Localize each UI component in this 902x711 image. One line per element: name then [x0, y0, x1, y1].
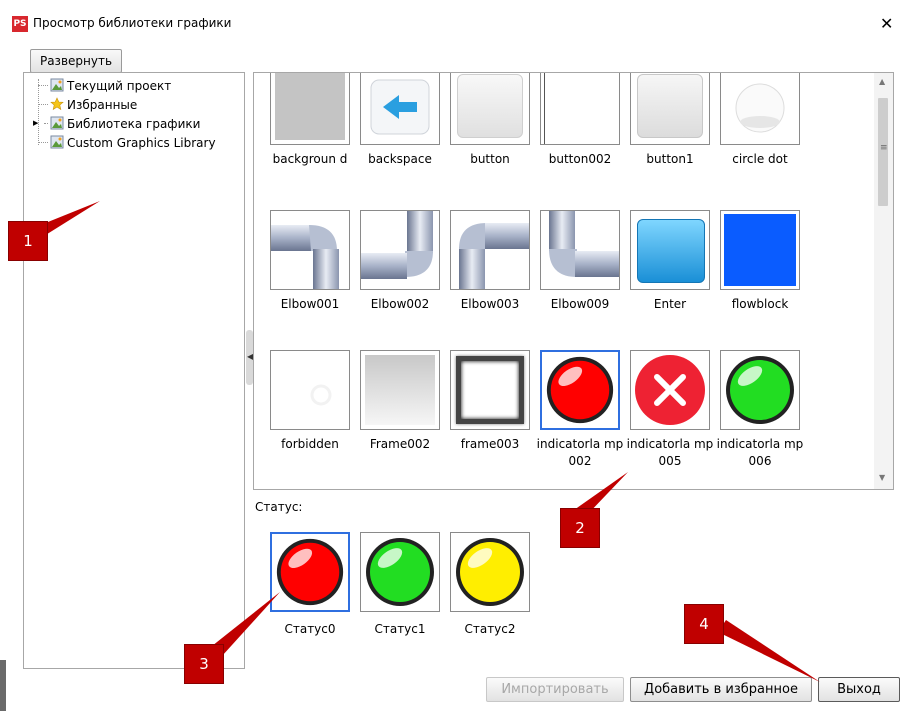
- gallery-item-caption: button1: [646, 152, 694, 166]
- gallery-item-caption: circle dot: [732, 152, 788, 166]
- expand-button[interactable]: Развернуть: [30, 49, 122, 73]
- import-button[interactable]: Импортировать: [486, 677, 624, 702]
- gallery-item-caption: button002: [548, 152, 612, 166]
- thumbnail: [630, 73, 710, 145]
- callout-badge-4: 4: [684, 604, 724, 644]
- gallery-item-caption: backgroun d: [272, 152, 348, 166]
- yellow-lamp-icon: [456, 538, 524, 606]
- app-logo-icon: PS: [12, 16, 28, 32]
- library-tree[interactable]: ▶ Текущий проект Избранные Библиотека гр…: [23, 72, 245, 669]
- thumbnail: [450, 210, 530, 290]
- red-lamp-icon: [276, 538, 344, 606]
- expand-arrow-icon[interactable]: ▶: [33, 119, 38, 127]
- gallery-item-caption: frame003: [460, 437, 520, 451]
- red-lamp-icon: [546, 356, 614, 424]
- callout-badge-2: 2: [560, 508, 600, 548]
- thumbnail: [360, 532, 440, 612]
- gallery-item-caption: Elbow009: [550, 297, 610, 311]
- error-x-icon: [635, 355, 705, 425]
- graphics-library-window: PS Просмотр библиотеки графики ✕ Разверн…: [0, 0, 902, 711]
- gallery-item-caption: indicatorla mp006: [716, 437, 804, 468]
- tree-line: [38, 104, 48, 105]
- gallery-item-caption: indicatorla mp002: [536, 437, 624, 468]
- thumbnail: [630, 350, 710, 430]
- thumbnail: [720, 350, 800, 430]
- tree-item-label: Библиотека графики: [67, 117, 201, 131]
- close-icon[interactable]: ✕: [880, 14, 893, 33]
- circle-dot-icon: [735, 83, 785, 133]
- status-caption: Статус0: [284, 622, 336, 636]
- green-lamp-icon: [726, 356, 794, 424]
- gallery-item-caption: indicatorla mp005: [626, 437, 714, 468]
- gallery-item-caption: backspace: [368, 152, 432, 166]
- thumbnail: [360, 73, 440, 145]
- tree-line: [38, 142, 48, 143]
- tree-item-label: Custom Graphics Library: [67, 136, 216, 150]
- thumbnail: [270, 350, 350, 430]
- callout-badge-1: 1: [8, 221, 48, 261]
- thumbnail: [360, 210, 440, 290]
- thumbnail: [270, 210, 350, 290]
- tree-item-label: Текущий проект: [67, 79, 172, 93]
- exit-button[interactable]: Выход: [818, 677, 900, 702]
- graphics-gallery[interactable]: backgroun d backspace button button002 b…: [253, 72, 894, 490]
- folder-image-icon: [50, 78, 64, 92]
- gallery-item-caption: forbidden: [281, 437, 339, 451]
- tree-line: [44, 123, 48, 124]
- gallery-item-caption: button: [470, 152, 510, 166]
- tree-item-custom-library[interactable]: Custom Graphics Library: [50, 135, 216, 150]
- thumbnail: [450, 73, 530, 145]
- thumbnail: [630, 210, 710, 290]
- tree-line: [38, 79, 39, 145]
- pipe-elbow-icon: [459, 223, 529, 289]
- gallery-item-caption: Elbow001: [280, 297, 340, 311]
- pipe-elbow-icon: [549, 211, 619, 277]
- gallery-item-caption: Enter: [653, 297, 687, 311]
- status-caption: Статус2: [464, 622, 516, 636]
- folder-image-icon: [50, 135, 64, 149]
- thumbnail: [360, 350, 440, 430]
- thumbnail: [450, 532, 530, 612]
- backspace-arrow-icon: [370, 79, 430, 135]
- tree-line: [38, 85, 48, 86]
- thumbnail: [540, 210, 620, 290]
- title-bar: PS Просмотр библиотеки графики ✕: [0, 0, 902, 48]
- tree-item-graphics-library[interactable]: Библиотека графики: [50, 116, 200, 131]
- thumbnail: [270, 73, 350, 145]
- gallery-scrollbar[interactable]: ▲ ≡ ▼: [874, 73, 893, 489]
- gallery-item-caption: Elbow003: [460, 297, 520, 311]
- tree-item-label: Избранные: [67, 98, 138, 112]
- thumbnail: [540, 73, 620, 145]
- tree-item-current-project[interactable]: Текущий проект: [50, 78, 171, 93]
- thumbnail: [720, 210, 800, 290]
- window-edge: [0, 660, 6, 711]
- thumbnail-selected: [270, 532, 350, 612]
- green-lamp-icon: [366, 538, 434, 606]
- scroll-up-icon[interactable]: ▲: [879, 77, 885, 86]
- gallery-item-caption: Elbow002: [370, 297, 430, 311]
- status-label: Статус:: [255, 500, 303, 514]
- star-icon: [50, 97, 64, 111]
- pipe-elbow-icon: [361, 211, 433, 279]
- forbidden-icon: [310, 384, 332, 406]
- status-caption: Статус1: [374, 622, 426, 636]
- grip-icon: ≡: [880, 143, 888, 153]
- tree-item-favorites[interactable]: Избранные: [50, 97, 137, 112]
- add-to-favorites-button[interactable]: Добавить в избранное: [630, 677, 812, 702]
- folder-image-icon: [50, 116, 64, 130]
- panel-splitter[interactable]: ◀: [246, 330, 253, 385]
- gallery-item-caption: Frame002: [369, 437, 431, 451]
- callout-badge-3: 3: [184, 644, 224, 684]
- thumbnail: [720, 73, 800, 145]
- gallery-item-caption: flowblock: [731, 297, 789, 311]
- thumbnail: [450, 350, 530, 430]
- window-title: Просмотр библиотеки графики: [33, 16, 232, 30]
- thumbnail-selected: [540, 350, 620, 430]
- pipe-elbow-icon: [271, 225, 339, 289]
- scroll-down-icon[interactable]: ▼: [879, 473, 885, 482]
